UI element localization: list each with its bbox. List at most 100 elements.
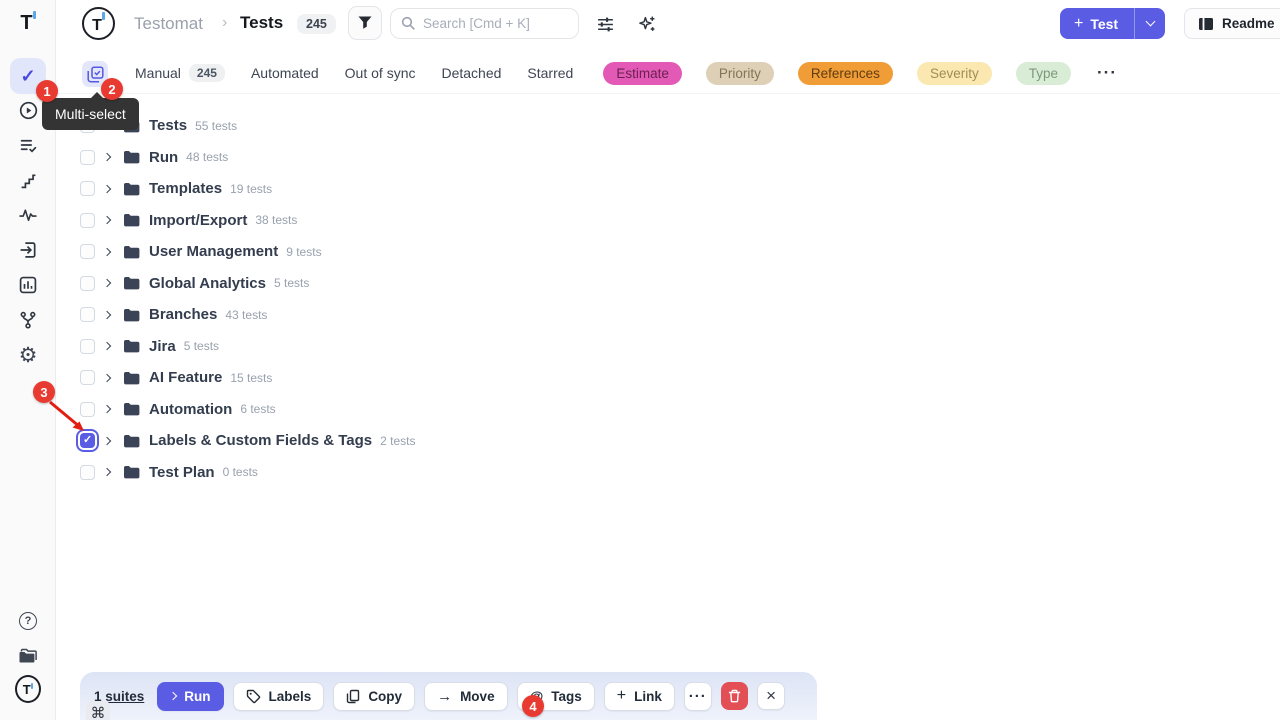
folder-icon	[123, 244, 140, 259]
suite-name[interactable]: AI Feature	[149, 369, 222, 386]
filter-button[interactable]	[348, 6, 382, 40]
sidebar-help-icon[interactable]: ?	[15, 608, 41, 634]
chevron-right-icon[interactable]	[103, 248, 111, 256]
tab-manual[interactable]: Manual 245	[135, 64, 225, 82]
tree-row[interactable]: Jira 5 tests	[80, 331, 415, 363]
suite-test-count: 15 tests	[230, 371, 272, 385]
pill-severity[interactable]: Severity	[917, 62, 992, 85]
suite-name[interactable]: Global Analytics	[149, 275, 266, 292]
suite-name[interactable]: Tests	[149, 117, 187, 134]
chevron-right-icon[interactable]	[103, 437, 111, 445]
sidebar-item-pulse-icon[interactable]	[15, 202, 41, 228]
copy-button[interactable]: Copy	[333, 682, 415, 711]
tree-row[interactable]: Run 48 tests	[80, 142, 415, 174]
chevron-right-icon[interactable]	[103, 374, 111, 382]
close-action-bar-button[interactable]	[757, 682, 785, 710]
tab-out-of-sync[interactable]: Out of sync	[345, 65, 416, 81]
tree-row[interactable]: Labels & Custom Fields & Tags 2 tests	[80, 425, 415, 457]
chevron-right-icon[interactable]	[103, 311, 111, 319]
labels-button[interactable]: Labels	[233, 682, 325, 711]
chevron-right-icon[interactable]	[103, 342, 111, 350]
suite-test-count: 55 tests	[195, 119, 237, 133]
sidebar-item-settings-gear-icon[interactable]	[15, 342, 41, 368]
tree-row[interactable]: Templates 19 tests	[80, 173, 415, 205]
sidebar-item-analytics-chart-icon[interactable]	[15, 272, 41, 298]
sidebar-item-import-icon[interactable]	[15, 237, 41, 263]
tab-automated[interactable]: Automated	[251, 65, 319, 81]
view-settings-sliders-icon[interactable]	[594, 13, 616, 35]
tree-row[interactable]: Test Plan 0 tests	[80, 457, 415, 489]
breadcrumb-page-title[interactable]: Tests	[240, 13, 283, 33]
folder-icon	[123, 370, 140, 385]
suite-name[interactable]: Run	[149, 149, 178, 166]
suite-tree: Tests 55 tests Run 48 tests Templates 19…	[80, 110, 415, 488]
chevron-right-icon[interactable]	[103, 185, 111, 193]
suite-name[interactable]: User Management	[149, 243, 278, 260]
sidebar-item-plans-list-check-icon[interactable]	[15, 132, 41, 158]
pill-type[interactable]: Type	[1016, 62, 1071, 85]
tab-bar: Manual 245 Automated Out of sync Detache…	[56, 52, 1280, 94]
row-checkbox[interactable]	[80, 276, 95, 291]
tab-manual-count-badge: 245	[189, 64, 225, 82]
sidebar-item-branch-icon[interactable]	[15, 307, 41, 333]
chevron-right-icon[interactable]	[103, 153, 111, 161]
tab-starred[interactable]: Starred	[527, 65, 573, 81]
chevron-right-icon[interactable]	[103, 405, 111, 413]
suite-name[interactable]: Jira	[149, 338, 176, 355]
add-test-button[interactable]: + Test	[1060, 8, 1134, 39]
row-checkbox[interactable]	[80, 150, 95, 165]
link-button[interactable]: Link	[604, 682, 675, 711]
breadcrumb-app[interactable]: Testomat	[134, 14, 203, 34]
suite-name[interactable]: Templates	[149, 180, 222, 197]
move-button[interactable]: Move	[424, 682, 508, 711]
multi-select-tooltip: Multi-select	[42, 98, 139, 130]
trash-icon	[728, 689, 741, 703]
search-input[interactable]	[423, 16, 563, 31]
tree-row[interactable]: AI Feature 15 tests	[80, 362, 415, 394]
ai-sparkles-icon[interactable]	[636, 13, 658, 35]
tree-row[interactable]: User Management 9 tests	[80, 236, 415, 268]
chevron-right-icon[interactable]	[103, 216, 111, 224]
folder-icon	[123, 150, 140, 165]
tree-row[interactable]: Branches 43 tests	[80, 299, 415, 331]
chevron-right-icon[interactable]	[103, 279, 111, 287]
readme-button[interactable]: Readme	[1184, 8, 1280, 39]
row-checkbox[interactable]	[80, 339, 95, 354]
pill-priority[interactable]: Priority	[706, 62, 774, 85]
suite-name[interactable]: Test Plan	[149, 464, 215, 481]
row-checkbox[interactable]	[80, 244, 95, 259]
annotation-badge-3: 3	[33, 381, 55, 403]
suite-test-count: 48 tests	[186, 150, 228, 164]
suite-name[interactable]: Labels & Custom Fields & Tags	[149, 432, 372, 449]
tree-row[interactable]: Global Analytics 5 tests	[80, 268, 415, 300]
row-checkbox[interactable]	[80, 213, 95, 228]
ellipsis-icon	[689, 688, 707, 705]
sidebar-item-runs-play-icon[interactable]	[15, 97, 41, 123]
run-button[interactable]: Run	[157, 682, 223, 711]
tab-detached[interactable]: Detached	[441, 65, 501, 81]
suite-name[interactable]: Automation	[149, 401, 232, 418]
row-checkbox[interactable]	[80, 181, 95, 196]
suite-name[interactable]: Import/Export	[149, 212, 247, 229]
sidebar-profile-logo-icon[interactable]: T	[15, 676, 41, 702]
row-checkbox[interactable]	[80, 307, 95, 322]
tree-row[interactable]: Import/Export 38 tests	[80, 205, 415, 237]
tree-row[interactable]: Automation 6 tests	[80, 394, 415, 426]
pill-references[interactable]: References	[798, 62, 893, 85]
folder-icon	[123, 465, 140, 480]
project-logo-icon[interactable]: T	[82, 7, 115, 40]
sidebar-projects-folder-icon[interactable]	[15, 643, 41, 669]
delete-button[interactable]	[721, 682, 749, 710]
search-box[interactable]	[390, 8, 579, 39]
arrow-right-icon	[437, 688, 452, 705]
chevron-right-icon[interactable]	[103, 468, 111, 476]
sidebar-item-steps-icon[interactable]	[15, 167, 41, 193]
app-logo-icon[interactable]: T	[0, 8, 56, 38]
pill-estimate[interactable]: Estimate	[603, 62, 682, 85]
suite-name[interactable]: Branches	[149, 306, 217, 323]
row-checkbox[interactable]	[80, 465, 95, 480]
row-checkbox[interactable]	[80, 370, 95, 385]
add-test-dropdown-button[interactable]	[1134, 8, 1165, 39]
more-pills-ellipsis-icon[interactable]: ···	[1097, 63, 1117, 83]
more-actions-button[interactable]	[684, 682, 712, 711]
